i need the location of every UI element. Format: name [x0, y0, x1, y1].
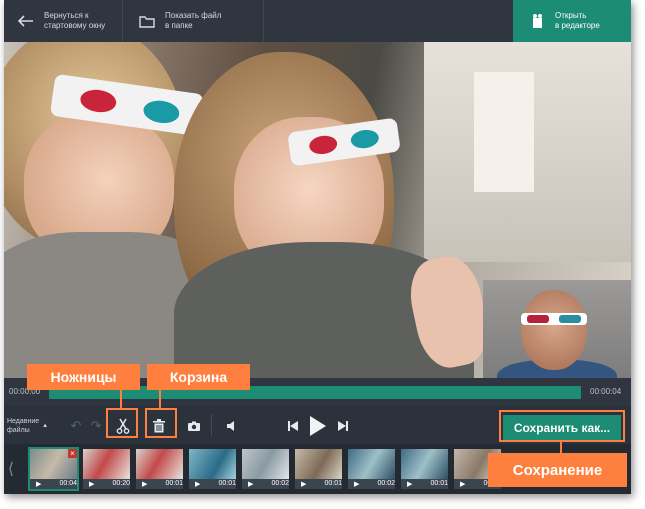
- save-highlight: [499, 410, 625, 442]
- folder-icon: [139, 15, 155, 28]
- top-toolbar: Вернуться к стартовому окну Показать фай…: [4, 0, 631, 42]
- next-frame-button[interactable]: [334, 416, 352, 436]
- filmstrip-thumbnail[interactable]: × ▶ 00:04: [28, 447, 79, 491]
- thumbnail-image: [348, 449, 395, 479]
- duration-label: 00:01: [324, 480, 342, 487]
- play-small-icon: ▶: [36, 481, 42, 488]
- duration-label: 00:01: [430, 480, 448, 487]
- volume-button[interactable]: [222, 416, 242, 436]
- filmstrip-thumbnail[interactable]: ▶ 00:01: [189, 449, 236, 489]
- play-small-icon: ▶: [89, 481, 95, 488]
- play-small-icon: ▶: [195, 481, 201, 488]
- show-file-in-folder-button[interactable]: Показать файл в папке: [123, 0, 263, 42]
- duration-label: 00:01: [218, 480, 236, 487]
- play-small-icon: ▶: [407, 481, 413, 488]
- chevron-left-icon: ⟨: [7, 461, 15, 478]
- show-file-in-folder-label: Показать файл в папке: [165, 11, 222, 30]
- thumbnail-duration: ▶ 00:01: [189, 480, 236, 488]
- thumbnail-duration: ▶ 00:02: [242, 480, 289, 488]
- thumbnail-duration: ▶ 00:02: [348, 480, 395, 488]
- thumbnail-image: [242, 449, 289, 479]
- open-in-editor-button[interactable]: Открыть в редакторе: [513, 0, 631, 42]
- camera-icon: [188, 421, 200, 431]
- snapshot-button[interactable]: [184, 416, 204, 436]
- trash-highlight: [145, 408, 177, 438]
- thumbnail-image: [189, 449, 236, 479]
- thumbnail-duration: ▶ 00:04: [30, 480, 77, 488]
- scroll-left-button[interactable]: ⟨: [4, 449, 18, 489]
- play-small-icon: ▶: [301, 481, 307, 488]
- previous-frame-button[interactable]: [284, 416, 302, 436]
- duration-label: 00:01: [165, 480, 183, 487]
- skip-forward-icon: [338, 421, 348, 431]
- filmstrip-thumbnail[interactable]: ▶ 00:02: [242, 449, 289, 489]
- caret-up-icon: ▲: [42, 423, 49, 429]
- controls-divider: [211, 414, 212, 436]
- undo-button[interactable]: ↶: [68, 416, 84, 436]
- pip-glasses: [521, 313, 587, 325]
- filmstrip-thumbnail[interactable]: ▶ 00:01: [136, 449, 183, 489]
- filmstrip-thumbnail[interactable]: ▶ 00:20: [83, 449, 130, 489]
- picture-in-picture-overlay[interactable]: [483, 280, 631, 380]
- filmstrip-thumbnail[interactable]: ▶ 00:01: [295, 449, 342, 489]
- redo-icon: ↷: [90, 418, 102, 433]
- skip-back-icon: [288, 421, 298, 431]
- save-callout: Сохранение: [488, 453, 627, 487]
- toolbar-divider: [263, 0, 264, 42]
- thumbnail-duration: ▶ 00:20: [83, 480, 130, 488]
- duration-label: 00:02: [377, 480, 395, 487]
- thumbnail-duration: ▶ 00:01: [295, 480, 342, 488]
- play-small-icon: ▶: [248, 481, 254, 488]
- recent-files-label: Недавние файлы: [7, 418, 40, 434]
- duration-label: 00:20: [112, 480, 130, 487]
- back-to-start-button[interactable]: Вернуться к стартовому окну: [4, 0, 122, 42]
- thumbnail-duration: ▶ 00:01: [401, 480, 448, 488]
- scissors-highlight: [106, 408, 138, 438]
- scissors-callout: Ножницы: [27, 364, 140, 390]
- trash-callout-line: [159, 388, 161, 408]
- thumbnail-duration: ▶ 00:01: [136, 480, 183, 488]
- trash-callout: Корзина: [147, 364, 250, 390]
- thumbnail-image: [136, 449, 183, 479]
- scissors-callout-line: [120, 388, 122, 408]
- duration-label: 00:04: [59, 480, 77, 487]
- app-window: Вернуться к стартовому окну Показать фай…: [4, 0, 631, 494]
- play-small-icon: ▶: [460, 481, 466, 488]
- redo-button[interactable]: ↷: [88, 416, 104, 436]
- thumbnail-image: [83, 449, 130, 479]
- play-icon: [310, 416, 326, 436]
- duration-label: 00:02: [271, 480, 289, 487]
- recent-files-button[interactable]: Недавние файлы ▲: [4, 412, 61, 440]
- play-small-icon: ▶: [354, 481, 360, 488]
- back-to-start-label: Вернуться к стартовому окну: [44, 11, 106, 30]
- total-time: 00:00:04: [590, 387, 622, 396]
- thumbnail-image: [401, 449, 448, 479]
- filmstrip-thumbnail[interactable]: ▶ 00:02: [348, 449, 395, 489]
- open-in-editor-label: Открыть в редакторе: [555, 11, 600, 30]
- arrow-left-icon: [18, 15, 33, 27]
- speaker-icon: [227, 421, 234, 431]
- undo-icon: ↶: [70, 418, 82, 433]
- play-small-icon: ▶: [142, 481, 148, 488]
- remove-clip-icon[interactable]: ×: [68, 449, 77, 458]
- film-edit-icon: [533, 14, 542, 28]
- filmstrip-thumbnail[interactable]: ▶ 00:01: [401, 449, 448, 489]
- play-button[interactable]: [306, 412, 330, 440]
- thumbnail-image: [295, 449, 342, 479]
